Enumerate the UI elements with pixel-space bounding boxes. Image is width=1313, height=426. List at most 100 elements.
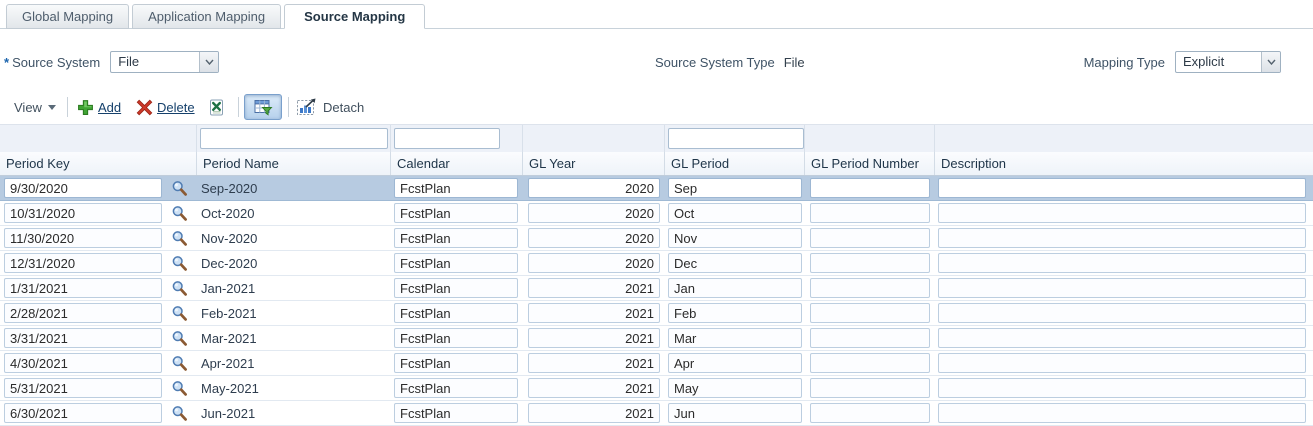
delete-button[interactable]: Delete [136, 92, 195, 122]
table-row[interactable]: Dec-2020 [0, 251, 1313, 276]
table-row[interactable]: May-2021 [0, 376, 1313, 401]
add-button[interactable]: Add [77, 92, 121, 122]
gl-period-input[interactable] [668, 278, 802, 298]
gl-period-input[interactable] [668, 303, 802, 323]
query-by-example-button[interactable] [244, 94, 282, 120]
gl-year-input[interactable] [528, 378, 660, 398]
gl-period-input[interactable] [668, 253, 802, 273]
search-icon[interactable] [171, 354, 189, 372]
description-input[interactable] [938, 303, 1306, 323]
export-excel-button[interactable] [208, 92, 225, 122]
search-icon[interactable] [171, 204, 189, 222]
gl-period-number-column-header[interactable]: GL Period Number [805, 152, 935, 175]
search-icon[interactable] [171, 304, 189, 322]
gl-year-input[interactable] [528, 353, 660, 373]
description-input[interactable] [938, 278, 1306, 298]
tab-application-mapping[interactable]: Application Mapping [132, 4, 281, 29]
period-key-input[interactable] [4, 278, 162, 298]
period-key-input[interactable] [4, 178, 162, 198]
period-key-input[interactable] [4, 303, 162, 323]
gl-year-input[interactable] [528, 253, 660, 273]
description-input[interactable] [938, 328, 1306, 348]
gl-period-number-input[interactable] [810, 378, 930, 398]
gl-period-number-input[interactable] [810, 353, 930, 373]
search-icon[interactable] [171, 404, 189, 422]
gl-period-column-header[interactable]: GL Period [665, 152, 805, 175]
table-row[interactable]: Jan-2021 [0, 276, 1313, 301]
calendar-input[interactable] [394, 178, 518, 198]
description-input[interactable] [938, 378, 1306, 398]
description-column-header[interactable]: Description [935, 152, 1313, 175]
gl-period-number-input[interactable] [810, 203, 930, 223]
description-input[interactable] [938, 203, 1306, 223]
chevron-down-icon[interactable] [199, 52, 218, 72]
gl-period-input[interactable] [668, 178, 802, 198]
description-input[interactable] [938, 228, 1306, 248]
gl-year-input[interactable] [528, 303, 660, 323]
gl-period-input[interactable] [668, 403, 802, 423]
gl-period-input[interactable] [668, 203, 802, 223]
gl-period-filter-input[interactable] [668, 128, 804, 149]
gl-period-number-input[interactable] [810, 178, 930, 198]
source-system-select[interactable]: File [110, 51, 219, 73]
gl-period-number-input[interactable] [810, 303, 930, 323]
calendar-filter-input[interactable] [394, 128, 500, 149]
period-key-input[interactable] [4, 203, 162, 223]
calendar-input[interactable] [394, 403, 518, 423]
calendar-input[interactable] [394, 203, 518, 223]
table-row[interactable]: Nov-2020 [0, 226, 1313, 251]
period-key-input[interactable] [4, 228, 162, 248]
gl-period-input[interactable] [668, 378, 802, 398]
search-icon[interactable] [171, 379, 189, 397]
period-key-input[interactable] [4, 403, 162, 423]
gl-period-input[interactable] [668, 353, 802, 373]
gl-year-input[interactable] [528, 403, 660, 423]
period-key-input[interactable] [4, 253, 162, 273]
period-name-column-header[interactable]: Period Name [197, 152, 391, 175]
table-row[interactable]: Sep-2020 [0, 176, 1313, 201]
mapping-type-select[interactable]: Explicit [1175, 51, 1281, 73]
gl-year-input[interactable] [528, 328, 660, 348]
gl-year-input[interactable] [528, 278, 660, 298]
table-row[interactable]: Apr-2021 [0, 351, 1313, 376]
gl-period-number-input[interactable] [810, 253, 930, 273]
tab-source-mapping[interactable]: Source Mapping [284, 4, 425, 29]
view-menu-button[interactable]: View [14, 92, 56, 122]
search-icon[interactable] [171, 329, 189, 347]
description-input[interactable] [938, 253, 1306, 273]
gl-period-number-input[interactable] [810, 278, 930, 298]
gl-year-input[interactable] [528, 228, 660, 248]
description-input[interactable] [938, 403, 1306, 423]
calendar-input[interactable] [394, 303, 518, 323]
gl-period-input[interactable] [668, 328, 802, 348]
calendar-input[interactable] [394, 328, 518, 348]
description-input[interactable] [938, 353, 1306, 373]
gl-period-number-input[interactable] [810, 403, 930, 423]
gl-period-number-input[interactable] [810, 228, 930, 248]
gl-period-input[interactable] [668, 228, 802, 248]
calendar-input[interactable] [394, 353, 518, 373]
tab-global-mapping[interactable]: Global Mapping [6, 4, 129, 29]
gl-year-input[interactable] [528, 203, 660, 223]
search-icon[interactable] [171, 279, 189, 297]
description-input[interactable] [938, 178, 1306, 198]
calendar-input[interactable] [394, 253, 518, 273]
search-icon[interactable] [171, 179, 189, 197]
gl-period-number-input[interactable] [810, 328, 930, 348]
search-icon[interactable] [171, 229, 189, 247]
period-key-input[interactable] [4, 378, 162, 398]
chevron-down-icon[interactable] [1261, 52, 1280, 72]
gl-year-column-header[interactable]: GL Year [523, 152, 665, 175]
calendar-column-header[interactable]: Calendar [391, 152, 523, 175]
search-icon[interactable] [171, 254, 189, 272]
detach-button[interactable]: Detach [296, 92, 364, 122]
table-row[interactable]: Jun-2021 [0, 401, 1313, 426]
period-key-input[interactable] [4, 328, 162, 348]
calendar-input[interactable] [394, 278, 518, 298]
calendar-input[interactable] [394, 378, 518, 398]
calendar-input[interactable] [394, 228, 518, 248]
table-row[interactable]: Oct-2020 [0, 201, 1313, 226]
period-key-column-header[interactable]: Period Key [0, 152, 197, 175]
gl-year-input[interactable] [528, 178, 660, 198]
period-name-filter-input[interactable] [200, 128, 388, 149]
